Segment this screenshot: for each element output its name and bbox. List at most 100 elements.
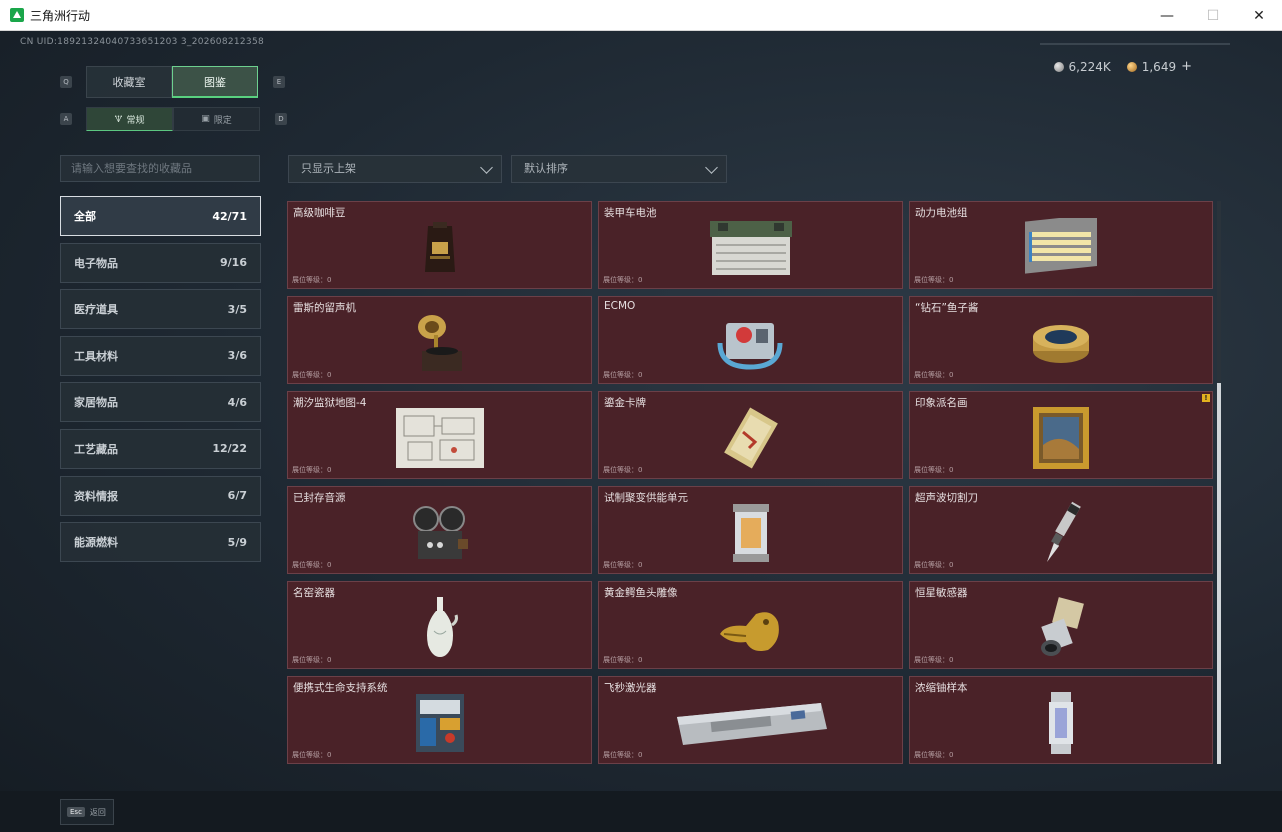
main-tabs: 收藏室 图鉴 (86, 66, 258, 98)
app-logo-icon (10, 8, 24, 22)
item-name: 名窑瓷器 (293, 587, 335, 599)
battery-pack-icon (1021, 214, 1101, 282)
item-level: 展位等级：0 (914, 371, 954, 379)
chevron-down-icon (480, 161, 493, 174)
game-viewport: CN UID:18921324040733651203 3_2026082123… (0, 31, 1282, 832)
item-name: 浓缩铀样本 (915, 682, 968, 694)
item-card[interactable]: 高级咖啡豆 展位等级：0 (287, 201, 592, 289)
grid-scrollbar-thumb[interactable] (1217, 383, 1221, 764)
tab-catalog[interactable]: 图鉴 (172, 66, 258, 98)
chevron-down-icon (705, 161, 718, 174)
item-level: 展位等级：0 (292, 751, 332, 759)
sort-value: 默认排序 (524, 162, 568, 175)
category-count: 3/6 (227, 349, 247, 363)
gold-coin-icon (1126, 61, 1137, 72)
category-name: 能源燃料 (74, 536, 118, 550)
topbar-divider (1040, 43, 1230, 45)
item-card[interactable]: 名窑瓷器 展位等级：0 (287, 581, 592, 669)
car-battery-icon (706, 214, 796, 282)
caviar-tin-icon (1029, 309, 1093, 377)
esc-key-icon: Esc (67, 807, 85, 817)
category-all[interactable]: 全部 42/71 (60, 196, 261, 236)
category-medical[interactable]: 医疗道具 3/5 (60, 289, 261, 330)
item-card[interactable]: 超声波切割刀 展位等级：0 (909, 486, 1213, 574)
item-card[interactable]: 潮汐监狱地图-4 展位等级：0 (287, 391, 592, 479)
category-intel[interactable]: 资料情报 6/7 (60, 475, 261, 516)
item-card[interactable]: 已封存音源 展位等级：0 (287, 486, 592, 574)
item-card[interactable]: 雷斯的留声机 展位等级：0 (287, 296, 592, 384)
item-card[interactable]: 便携式生命支持系统 展位等级：0 (287, 676, 592, 764)
category-crafts[interactable]: 工艺藏品 12/22 (60, 428, 261, 469)
fusion-cell-icon (727, 499, 775, 567)
gold-currency: 1,649 + (1126, 59, 1192, 74)
category-count: 4/6 (227, 395, 247, 409)
maximize-button[interactable]: ☐ (1190, 0, 1236, 31)
item-level: 展位等级：0 (292, 371, 332, 379)
limited-icon: ▣ (201, 114, 210, 124)
subtab-limited[interactable]: ▣ 限定 (173, 107, 260, 131)
tab-collection-room[interactable]: 收藏室 (86, 66, 172, 98)
map-icon (394, 404, 486, 472)
back-button[interactable]: Esc 返回 (60, 799, 114, 825)
item-level: 展位等级：0 (914, 751, 954, 759)
category-name: 电子物品 (74, 256, 118, 270)
category-energy[interactable]: 能源燃料 5/9 (60, 522, 261, 563)
category-count: 42/71 (212, 209, 247, 223)
window-title: 三角洲行动 (30, 8, 91, 23)
item-card[interactable]: “钻石”鱼子酱 展位等级：0 (909, 296, 1213, 384)
category-count: 6/7 (227, 489, 247, 503)
category-count: 9/16 (220, 256, 247, 270)
item-level: 展位等级：0 (292, 466, 332, 474)
item-card[interactable]: 浓缩铀样本 展位等级：0 (909, 676, 1213, 764)
close-button[interactable]: ✕ (1236, 0, 1282, 31)
category-name: 工艺藏品 (74, 442, 118, 456)
item-name: 装甲车电池 (604, 207, 657, 219)
category-household[interactable]: 家居物品 4/6 (60, 382, 261, 423)
category-count: 5/9 (227, 535, 247, 549)
subtab-regular[interactable]: 🝢 常规 (86, 107, 173, 131)
item-card[interactable]: 装甲车电池 展位等级：0 (598, 201, 903, 289)
life-support-icon (410, 689, 470, 757)
gold-crocodile-icon (716, 594, 786, 662)
item-name: 便携式生命支持系统 (293, 682, 388, 694)
item-card[interactable]: 印象派名画 展位等级：0 ! (909, 391, 1213, 479)
category-name: 家居物品 (74, 396, 118, 410)
item-name: 雷斯的留声机 (293, 302, 356, 314)
item-level: 展位等级：0 (603, 466, 643, 474)
back-label: 返回 (89, 807, 106, 817)
item-card[interactable]: 动力电池组 展位等级：0 (909, 201, 1213, 289)
item-name: 高级咖啡豆 (293, 207, 346, 219)
item-card[interactable]: 试制聚变供能单元 展位等级：0 (598, 486, 903, 574)
item-name: 已封存音源 (293, 492, 346, 504)
item-level: 展位等级：0 (603, 561, 643, 569)
currency-bar: 6,224K 1,649 + (1053, 59, 1192, 74)
framed-painting-icon (1031, 404, 1091, 472)
key-hint-e: E (273, 76, 285, 88)
sort-dropdown[interactable]: 默认排序 (511, 155, 727, 183)
minimize-button[interactable]: — (1144, 0, 1190, 31)
item-card[interactable]: 恒星敏感器 展位等级：0 (909, 581, 1213, 669)
item-card[interactable]: 鎏金卡牌 展位等级：0 (598, 391, 903, 479)
category-tools[interactable]: 工具材料 3/6 (60, 335, 261, 376)
film-projector-icon (408, 499, 472, 567)
item-card[interactable]: ECMO 展位等级：0 (598, 296, 903, 384)
category-name: 全部 (74, 210, 96, 223)
key-hint-q: Q (60, 76, 72, 88)
item-card[interactable]: 飞秒激光器 展位等级：0 (598, 676, 903, 764)
item-card[interactable]: 黄金鳄鱼头雕像 展位等级：0 (598, 581, 903, 669)
item-level: 展位等级：0 (914, 561, 954, 569)
search-input[interactable]: 请输入想要查找的收藏品 (60, 155, 260, 182)
laser-device-icon (671, 689, 831, 757)
add-currency-button[interactable]: + (1181, 59, 1192, 74)
silver-coin-icon (1053, 61, 1064, 72)
silver-amount: 6,224K (1068, 59, 1111, 74)
item-name: ECMO (604, 300, 636, 312)
ultrasonic-knife-icon (1041, 499, 1081, 567)
silver-currency: 6,224K (1053, 59, 1111, 74)
item-level: 展位等级：0 (292, 656, 332, 664)
subtab-regular-label: 常规 (126, 115, 145, 126)
gramophone-icon (412, 309, 468, 377)
category-electronics[interactable]: 电子物品 9/16 (60, 242, 261, 283)
shelf-filter-dropdown[interactable]: 只显示上架 (288, 155, 502, 183)
item-name: 超声波切割刀 (915, 492, 978, 504)
